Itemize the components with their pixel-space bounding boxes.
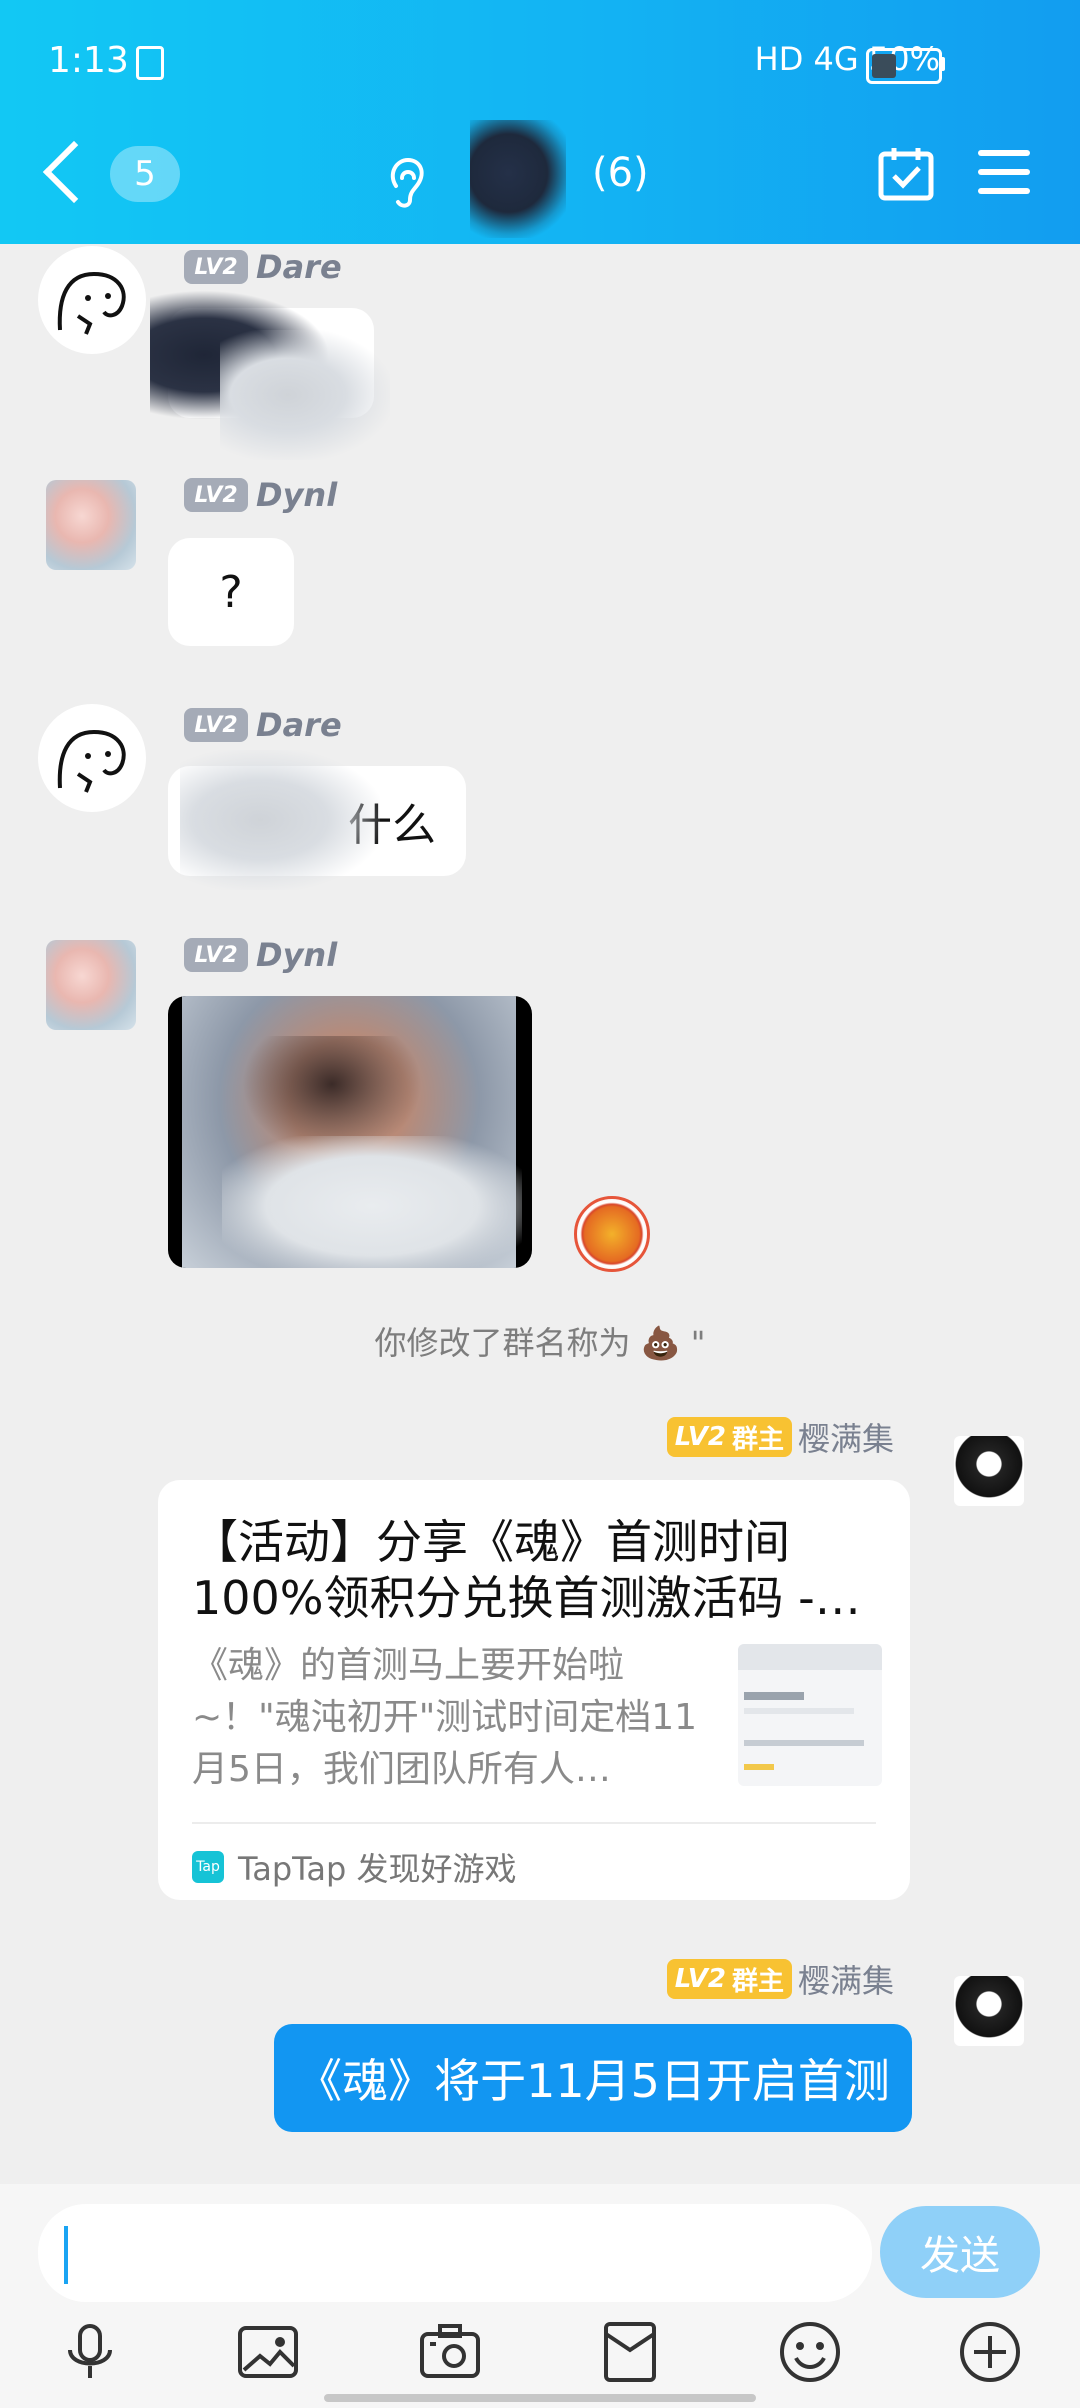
group-member-count[interactable]: (6) bbox=[592, 150, 649, 196]
home-indicator bbox=[324, 2394, 756, 2402]
group-avatar[interactable] bbox=[470, 120, 566, 238]
battery-icon bbox=[866, 48, 942, 84]
level-badge: LV2 bbox=[674, 1964, 726, 1994]
owner-badge: LV2 群主 bbox=[666, 1417, 792, 1457]
level-badge: LV2 bbox=[184, 708, 248, 742]
level-badge: LV2 bbox=[184, 478, 248, 512]
card-footer: Tap TapTap 发现好游戏 bbox=[192, 1844, 517, 1890]
card-title: 【活动】分享《魂》首测时间100%领积分兑换首测激活码 -… bbox=[192, 1515, 861, 1625]
photo-image bbox=[182, 996, 522, 1268]
sketch-avatar-icon bbox=[57, 729, 126, 793]
red-packet-icon[interactable] bbox=[598, 2320, 662, 2384]
message-text: 《魂》将于11月5日开启首测 bbox=[296, 2054, 890, 2108]
message-text: ? bbox=[219, 566, 243, 618]
system-message: 你修改了群名称为 💩 " bbox=[374, 1324, 706, 1362]
sender-row: LV2 Dynl bbox=[184, 936, 337, 974]
role-label: 群主 bbox=[731, 1966, 784, 1997]
image-icon[interactable] bbox=[236, 2320, 300, 2384]
status-time: 1:13 bbox=[48, 40, 129, 81]
level-badge: LV2 bbox=[184, 250, 248, 284]
divider bbox=[192, 1822, 876, 1824]
role-label: 群主 bbox=[731, 1424, 784, 1455]
avatar[interactable] bbox=[954, 1436, 1024, 1506]
sender-name: Dynl bbox=[256, 936, 338, 974]
message-input[interactable] bbox=[38, 2204, 872, 2302]
share-card[interactable]: 【活动】分享《魂》首测时间100%领积分兑换首测激活码 -… 《魂》的首测马上要… bbox=[158, 1480, 910, 1900]
sender-row: LV2 群主 樱满集 bbox=[500, 1956, 894, 2002]
sketch-avatar-icon bbox=[57, 271, 126, 335]
avatar[interactable] bbox=[46, 480, 136, 570]
sender-name: Dynl bbox=[256, 476, 338, 514]
avatar[interactable] bbox=[38, 246, 146, 354]
sender-name: 樱满集 bbox=[797, 1420, 894, 1458]
card-description: 《魂》的首测马上要开始啦~！"魂沌初开"测试时间定档11月5日，我们团队所有人… bbox=[192, 1645, 698, 1790]
redaction-scribble bbox=[180, 750, 380, 890]
sender-name: Dare bbox=[256, 706, 342, 744]
battery-tip bbox=[939, 57, 945, 71]
calendar-check-icon[interactable] bbox=[878, 146, 934, 202]
card-thumbnail bbox=[738, 1644, 882, 1786]
sender-row: LV2 Dare bbox=[184, 248, 342, 286]
avatar[interactable] bbox=[38, 704, 146, 812]
ear-icon[interactable] bbox=[384, 156, 428, 210]
sender-row: LV2 群主 樱满集 bbox=[500, 1414, 894, 1460]
redaction-scribble bbox=[220, 330, 390, 460]
photo-message[interactable] bbox=[168, 996, 532, 1268]
sender-row: LV2 Dynl bbox=[184, 476, 337, 514]
card-source: TapTap 发现好游戏 bbox=[238, 1850, 517, 1888]
text-caret bbox=[64, 2226, 68, 2284]
taptap-icon: Tap bbox=[192, 1851, 224, 1883]
unread-count-badge[interactable]: 5 bbox=[110, 146, 180, 202]
menu-icon[interactable] bbox=[978, 150, 1030, 194]
plus-icon[interactable] bbox=[958, 2320, 1022, 2384]
sender-name: 樱满集 bbox=[797, 1962, 894, 2000]
notification-icon bbox=[136, 46, 164, 80]
avatar[interactable] bbox=[954, 1976, 1024, 2046]
emoji-icon[interactable] bbox=[778, 2320, 842, 2384]
message-bubble[interactable]: ? bbox=[168, 538, 294, 646]
avatar[interactable] bbox=[46, 940, 136, 1030]
message-bubble[interactable]: 《魂》将于11月5日开启首测 bbox=[274, 2024, 912, 2132]
camera-icon[interactable] bbox=[418, 2320, 482, 2384]
sender-name: Dare bbox=[256, 248, 342, 286]
microphone-icon[interactable] bbox=[58, 2320, 122, 2384]
owner-badge: LV2 群主 bbox=[666, 1959, 792, 1999]
sender-row: LV2 Dare bbox=[184, 706, 342, 744]
reaction-sticker-icon[interactable] bbox=[574, 1196, 650, 1272]
level-badge: LV2 bbox=[674, 1422, 726, 1452]
level-badge: LV2 bbox=[184, 938, 248, 972]
send-button[interactable]: 发送 bbox=[880, 2206, 1040, 2298]
